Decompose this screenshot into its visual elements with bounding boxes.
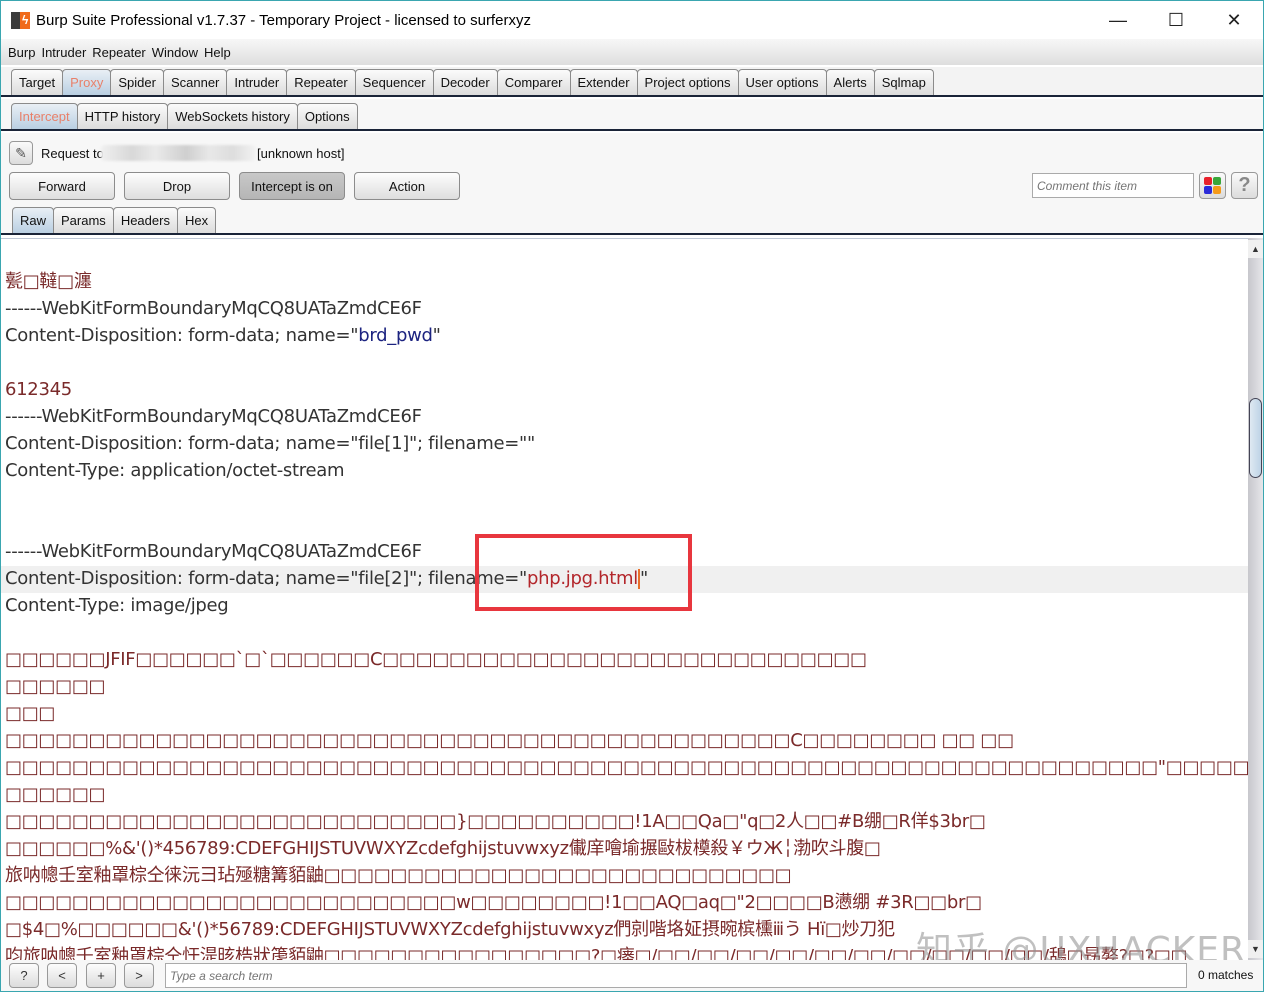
editor-line: □□□□□□□□□□□□□□□□□□□□□□□□□□□□□□□□□□□□□□□□… (5, 730, 1014, 751)
raw-request-editor[interactable]: 甏□韃□瀍 ------WebKitFormBoundaryMqCQ8UATaZm… (1, 238, 1248, 960)
editor-line: ------WebKitFormBoundaryMqCQ8UATaZmdCE6F (5, 298, 422, 319)
tab-http-history[interactable]: HTTP history (76, 103, 169, 129)
search-prev-button[interactable]: < (47, 963, 77, 988)
scrollbar-thumb[interactable] (1249, 398, 1262, 478)
color-swatch-red (1204, 177, 1212, 185)
editor-line: □□□□□□JFIF□□□□□□`□`□□□□□□C□□□□□□□□□□□□□□… (5, 649, 867, 670)
intercept-toggle-button[interactable]: Intercept is on (239, 172, 345, 200)
tab-decoder[interactable]: Decoder (432, 69, 498, 95)
tab-raw[interactable]: Raw (12, 207, 55, 233)
tab-extender[interactable]: Extender (569, 69, 638, 95)
editor-line: □□□□□□ (5, 676, 106, 697)
redacted-host (101, 145, 256, 161)
tab-sequencer[interactable]: Sequencer (354, 69, 434, 95)
menu-window[interactable]: Window (149, 45, 201, 60)
tab-sqlmap[interactable]: Sqlmap (873, 69, 934, 95)
menu-burp[interactable]: Burp (5, 45, 38, 60)
editor-line: □$4□%□□□□□□&'()*56789:CDEFGHIJSTUVWXYZcd… (5, 919, 895, 940)
editor-line: ------WebKitFormBoundaryMqCQ8UATaZmdCE6F (5, 406, 422, 427)
tab-repeater[interactable]: Repeater (286, 69, 356, 95)
maximize-button[interactable]: ☐ (1147, 1, 1205, 39)
highlight-color-button[interactable] (1199, 172, 1226, 199)
title-bar: ϟ Burp Suite Professional v1.7.37 - Temp… (1, 1, 1263, 39)
tab-params[interactable]: Params (53, 207, 114, 233)
menu-bar: Burp Intruder Repeater Window Help (1, 39, 1263, 65)
line-text: " (432, 325, 441, 346)
edit-request-button[interactable]: ✎ (9, 141, 33, 165)
tab-spider[interactable]: Spider (110, 69, 164, 95)
host-label: [unknown host] (257, 146, 345, 161)
tab-target[interactable]: Target (11, 69, 64, 95)
minimize-button[interactable]: — (1089, 1, 1147, 39)
tab-comparer[interactable]: Comparer (496, 69, 571, 95)
tab-intercept[interactable]: Intercept (11, 103, 78, 129)
line-text: Content-Disposition: form-data; name="fi… (5, 568, 528, 589)
tab-hex[interactable]: Hex (176, 207, 217, 233)
menu-intruder[interactable]: Intruder (38, 45, 89, 60)
color-swatch-green (1213, 177, 1221, 185)
editor-line: 旅呐幒壬室釉罩棕仝徕沅彐玷殛糖篝貊鼬□□□□□□□□□□□□□□□□□□□□□□… (5, 865, 792, 886)
burp-logo-icon: ϟ (11, 10, 31, 30)
editor-line: ------WebKitFormBoundaryMqCQ8UATaZmdCE6F (5, 541, 422, 562)
editor-line: Content-Type: image/jpeg (5, 595, 229, 616)
editor-line: □□□□□□ (5, 784, 106, 805)
pencil-icon: ✎ (15, 144, 27, 161)
proxy-sub-tabs: Intercept HTTP history WebSockets histor… (1, 99, 1263, 131)
search-options-button[interactable]: + (86, 963, 116, 988)
editor-line: □□□□□□□□□□□□□□□□□□□□□□□□□□□w□□□□□□□□!1□□… (5, 892, 982, 913)
vertical-scrollbar[interactable]: ▲ ▼ (1248, 238, 1263, 960)
tab-options[interactable]: Options (296, 103, 358, 129)
tab-alerts[interactable]: Alerts (825, 69, 875, 95)
comment-input[interactable] (1032, 173, 1194, 198)
menu-help[interactable]: Help (201, 45, 234, 60)
editor-line: 甏□韃□瀍 (5, 271, 92, 292)
search-next-button[interactable]: > (124, 963, 154, 988)
forward-button[interactable]: Forward (9, 172, 115, 200)
scroll-up-arrow-icon[interactable]: ▲ (1248, 240, 1263, 258)
tab-intruder[interactable]: Intruder (226, 69, 288, 95)
editor-line: □□□ (5, 703, 56, 724)
help-button[interactable]: ? (1231, 172, 1258, 199)
editor-line: □□□□□□□□□□□□□□□□□□□□□□□□□□□□□□□□□□□□□□□□… (5, 757, 1248, 778)
watermark: 知乎 @UXHACKER (916, 930, 1247, 960)
color-swatch-orange (1213, 186, 1221, 194)
tab-scanner[interactable]: Scanner (162, 69, 228, 95)
tab-user-options[interactable]: User options (737, 69, 827, 95)
editor-line: Content-Disposition: form-data; name="br… (5, 322, 441, 349)
main-tabs: Target Proxy Spider Scanner Intruder Rep… (1, 67, 1263, 97)
search-bar: ? < + > 0 matches (1, 960, 1263, 991)
drop-button[interactable]: Drop (124, 172, 230, 200)
tab-proxy[interactable]: Proxy (62, 69, 112, 95)
tab-project-options[interactable]: Project options (636, 69, 739, 95)
search-input[interactable] (165, 963, 1187, 988)
line-text: Content-Disposition: form-data; name=" (5, 325, 359, 346)
editor-line: □□□□□□□□□□□□□□□□□□□□□□□□□□□}□□□□□□□□□□!1… (5, 811, 986, 832)
tab-websockets-history[interactable]: WebSockets history (167, 103, 298, 129)
editor-line: Content-Type: application/octet-stream (5, 460, 345, 481)
action-button[interactable]: Action (354, 172, 460, 200)
search-help-button[interactable]: ? (9, 963, 39, 988)
message-view-tabs: Raw Params Headers Hex (1, 207, 1263, 235)
tab-headers[interactable]: Headers (112, 207, 178, 233)
close-button[interactable]: ✕ (1205, 1, 1263, 39)
window-title: Burp Suite Professional v1.7.37 - Tempor… (36, 11, 531, 29)
editor-line: 612345 (5, 379, 72, 400)
request-label: Request to (41, 146, 104, 161)
param-name: brd_pwd (358, 325, 433, 346)
match-count: 0 matches (1198, 968, 1254, 982)
color-swatch-blue (1204, 186, 1212, 194)
editor-line: Content-Disposition: form-data; name="fi… (5, 433, 535, 454)
scroll-down-arrow-icon[interactable]: ▼ (1248, 940, 1263, 958)
menu-repeater[interactable]: Repeater (89, 45, 148, 60)
editor-line: □□□□□□%&'()*456789:CDEFGHIJSTUVWXYZcdefg… (5, 838, 881, 859)
annotation-box (475, 534, 692, 611)
